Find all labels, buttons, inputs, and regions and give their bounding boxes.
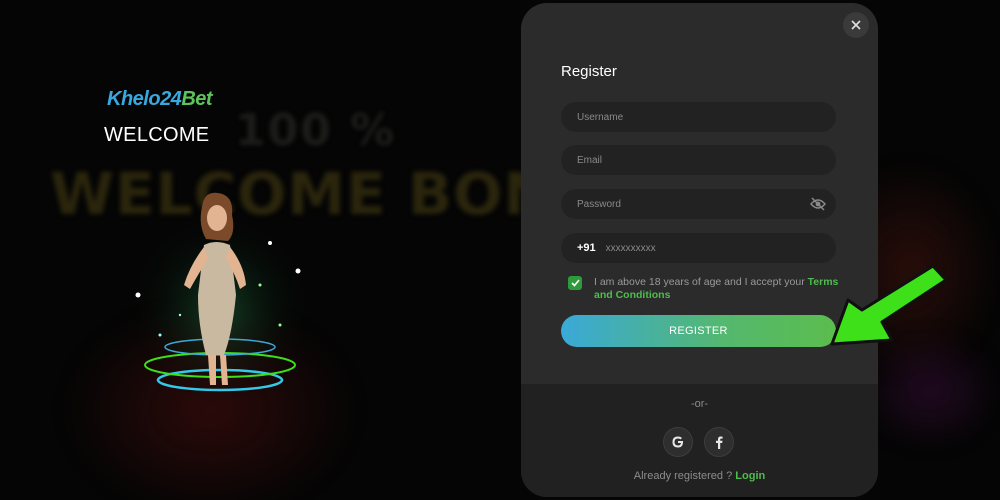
close-icon [851, 20, 861, 30]
facebook-login-button[interactable] [704, 427, 734, 457]
register-modal: Register +91 I am above 18 years of age … [521, 3, 878, 497]
country-code[interactable]: +91 [577, 242, 596, 254]
phone-input[interactable] [605, 242, 786, 254]
terms-text: I am above 18 years of age and I accept … [594, 276, 839, 301]
username-input[interactable] [577, 111, 836, 123]
password-input[interactable] [577, 198, 836, 210]
terms-checkbox[interactable] [568, 276, 582, 290]
facebook-icon [716, 436, 723, 449]
login-link[interactable]: Login [735, 470, 765, 482]
background-promo-text: 100 % [235, 105, 397, 156]
welcome-heading: WELCOME [104, 124, 210, 146]
google-icon [672, 436, 684, 448]
email-field[interactable] [561, 145, 836, 175]
or-divider: -or- [690, 398, 709, 410]
phone-field[interactable]: +91 [561, 233, 836, 263]
close-button[interactable] [843, 12, 869, 38]
google-login-button[interactable] [663, 427, 693, 457]
eye-off-icon[interactable] [810, 197, 826, 211]
modal-title: Register [561, 63, 617, 80]
pointer-arrow-icon [830, 264, 948, 346]
brand-logo: Khelo24Bet [107, 88, 213, 110]
username-field[interactable] [561, 102, 836, 132]
hero-illustration [125, 192, 315, 400]
register-button[interactable]: REGISTER [561, 315, 836, 347]
already-registered-text: Already registered ? Login [633, 470, 766, 482]
password-field[interactable] [561, 189, 836, 219]
checkmark-icon [570, 279, 580, 287]
email-input[interactable] [577, 154, 836, 166]
